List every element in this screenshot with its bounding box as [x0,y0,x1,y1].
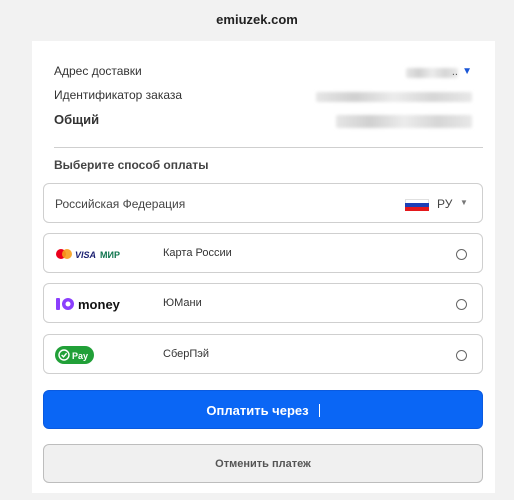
payment-option-name: ЮМани [163,297,202,309]
blurred-address-value [406,68,458,78]
payment-option-card[interactable]: VISA МИР Карта России [43,233,483,273]
country-name: Российская Федерация [55,197,186,211]
site-header: emiuzek.com [0,0,514,40]
svg-text:МИР: МИР [100,250,120,260]
delivery-address-label: Адрес доставки [54,64,142,78]
payment-card: Адрес доставки .. ▼ Идентификатор заказа… [32,41,495,493]
yoomoney-logo: money [55,294,125,314]
payment-option-name: Карта России [163,247,232,259]
delivery-address-row: Адрес доставки .. ▼ [54,61,472,85]
cancel-payment-label: Отменить платеж [215,458,311,470]
country-code: РУ [437,197,453,211]
radio-button[interactable] [456,299,467,310]
divider [54,147,483,148]
text-cursor [318,404,320,417]
sberpay-logo-text: Pay [72,351,88,361]
payment-option-name: СберПэй [163,348,210,360]
payment-option-sberpay[interactable]: Pay СберПэй [43,334,483,374]
visa-mir-mastercard-logo: VISA МИР [55,244,125,264]
order-summary: Адрес доставки .. ▼ Идентификатор заказа… [54,61,472,133]
yoomoney-logo-text: money [78,297,121,312]
order-id-row: Идентификатор заказа [54,85,472,109]
total-row: Общий [54,109,472,133]
chevron-down-icon: ▼ [460,198,468,207]
sberpay-logo: Pay [55,345,95,365]
country-select[interactable]: Российская Федерация РУ ▼ [43,183,483,223]
blurred-order-id-value [316,92,472,102]
pay-button-label: Оплатить через [206,403,309,418]
total-label: Общий [54,112,100,127]
radio-button[interactable] [456,350,467,361]
address-ellipsis: .. [451,66,458,78]
site-name: emiuzek.com [216,12,298,27]
radio-button[interactable] [456,249,467,260]
pay-button[interactable]: Оплатить через [43,390,483,429]
order-id-label: Идентификатор заказа [54,88,183,102]
address-dropdown-icon[interactable]: ▼ [462,66,472,77]
payment-option-yoomoney[interactable]: money ЮМани [43,283,483,323]
russia-flag-icon [405,199,429,211]
blurred-total-value [336,115,472,128]
svg-text:VISA: VISA [75,250,96,260]
cancel-payment-button[interactable]: Отменить платеж [43,444,483,483]
payment-method-title: Выберите способ оплаты [54,158,209,172]
